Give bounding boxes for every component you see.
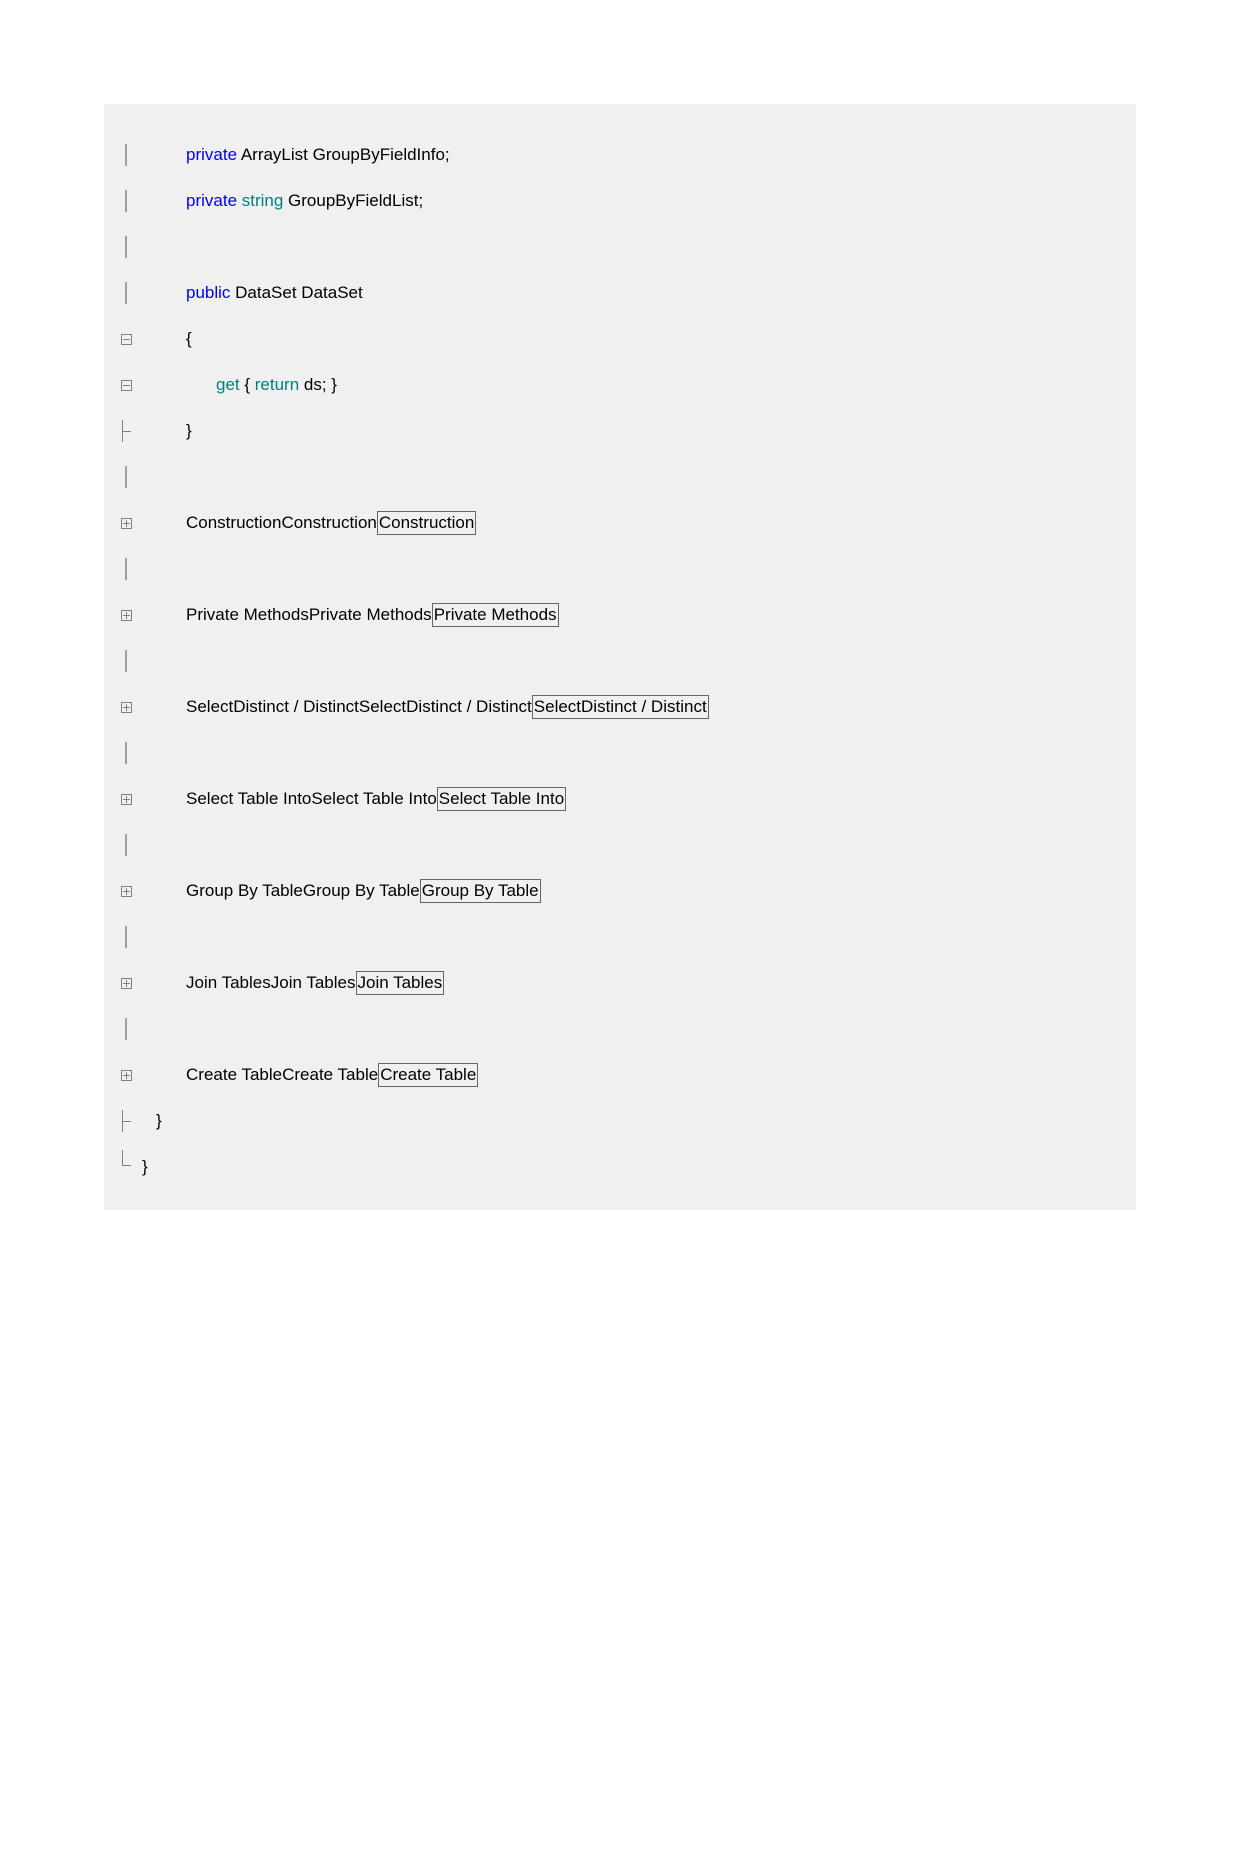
code-content: }: [140, 1144, 148, 1190]
code-line-blank: [112, 914, 1128, 960]
gutter-continuation: [112, 224, 140, 270]
gutter-continuation: [112, 638, 140, 684]
code-content: public DataSet DataSet: [140, 270, 363, 316]
gutter-continuation: [112, 914, 140, 960]
code-line: {: [112, 316, 1128, 362]
gutter-continuation: [112, 546, 140, 592]
code-line-blank: [112, 822, 1128, 868]
fold-open-icon[interactable]: [112, 316, 140, 362]
region-line: Private MethodsPrivate MethodsPrivate Me…: [112, 592, 1128, 638]
code-line: public DataSet DataSet: [112, 270, 1128, 316]
region-line: SelectDistinct / DistinctSelectDistinct …: [112, 684, 1128, 730]
gutter-continuation: [112, 454, 140, 500]
code-line-blank: [112, 454, 1128, 500]
region-collapsed-box[interactable]: Construction: [377, 511, 476, 535]
code-line-blank: [112, 638, 1128, 684]
gutter-continuation: [112, 730, 140, 776]
region-content: Join TablesJoin TablesJoin Tables: [140, 960, 444, 1006]
code-line: private string GroupByFieldList;: [112, 178, 1128, 224]
fold-closed-icon[interactable]: [112, 592, 140, 638]
code-line: get { return ds; }: [112, 362, 1128, 408]
region-content: Create TableCreate TableCreate Table: [140, 1052, 478, 1098]
fold-closed-icon[interactable]: [112, 500, 140, 546]
region-collapsed-box[interactable]: Select Table Into: [437, 787, 566, 811]
fold-open-icon[interactable]: [112, 362, 140, 408]
fold-closed-icon[interactable]: [112, 776, 140, 822]
region-line: Select Table IntoSelect Table IntoSelect…: [112, 776, 1128, 822]
gutter-continuation: [112, 822, 140, 868]
code-content: get { return ds; }: [140, 362, 337, 408]
region-content: ConstructionConstructionConstruction: [140, 500, 476, 546]
region-content: Group By TableGroup By TableGroup By Tab…: [140, 868, 541, 914]
region-line: ConstructionConstructionConstruction: [112, 500, 1128, 546]
code-content: }: [140, 1098, 162, 1144]
region-content: SelectDistinct / DistinctSelectDistinct …: [140, 684, 709, 730]
region-collapsed-box[interactable]: Create Table: [378, 1063, 478, 1087]
code-line: }: [112, 408, 1128, 454]
region-collapsed-box[interactable]: Private Methods: [432, 603, 559, 627]
region-line: Group By TableGroup By TableGroup By Tab…: [112, 868, 1128, 914]
region-collapsed-box[interactable]: Group By Table: [420, 879, 541, 903]
fold-closed-icon[interactable]: [112, 868, 140, 914]
code-content: }: [140, 408, 192, 454]
region-line: Join TablesJoin TablesJoin Tables: [112, 960, 1128, 1006]
fold-closed-icon[interactable]: [112, 960, 140, 1006]
code-line-blank: [112, 730, 1128, 776]
code-content: private ArrayList GroupByFieldInfo;: [140, 132, 450, 178]
code-line: private ArrayList GroupByFieldInfo;: [112, 132, 1128, 178]
fold-closed-icon[interactable]: [112, 684, 140, 730]
gutter-branch: [112, 408, 140, 454]
gutter-end-corner: [112, 1144, 140, 1190]
code-line: }: [112, 1098, 1128, 1144]
gutter-continuation: [112, 178, 140, 224]
gutter-continuation: [112, 1006, 140, 1052]
code-line-blank: [112, 224, 1128, 270]
gutter-continuation: [112, 132, 140, 178]
region-collapsed-box[interactable]: SelectDistinct / Distinct: [532, 695, 709, 719]
region-collapsed-box[interactable]: Join Tables: [356, 971, 445, 995]
gutter-branch: [112, 1098, 140, 1144]
code-content: {: [140, 316, 192, 362]
fold-closed-icon[interactable]: [112, 1052, 140, 1098]
region-content: Private MethodsPrivate MethodsPrivate Me…: [140, 592, 559, 638]
gutter-continuation: [112, 270, 140, 316]
code-line-blank: [112, 1006, 1128, 1052]
region-line: Create TableCreate TableCreate Table: [112, 1052, 1128, 1098]
code-content: private string GroupByFieldList;: [140, 178, 423, 224]
code-line-blank: [112, 546, 1128, 592]
code-block: private ArrayList GroupByFieldInfo; priv…: [104, 104, 1136, 1210]
code-line: }: [112, 1144, 1128, 1190]
region-content: Select Table IntoSelect Table IntoSelect…: [140, 776, 566, 822]
